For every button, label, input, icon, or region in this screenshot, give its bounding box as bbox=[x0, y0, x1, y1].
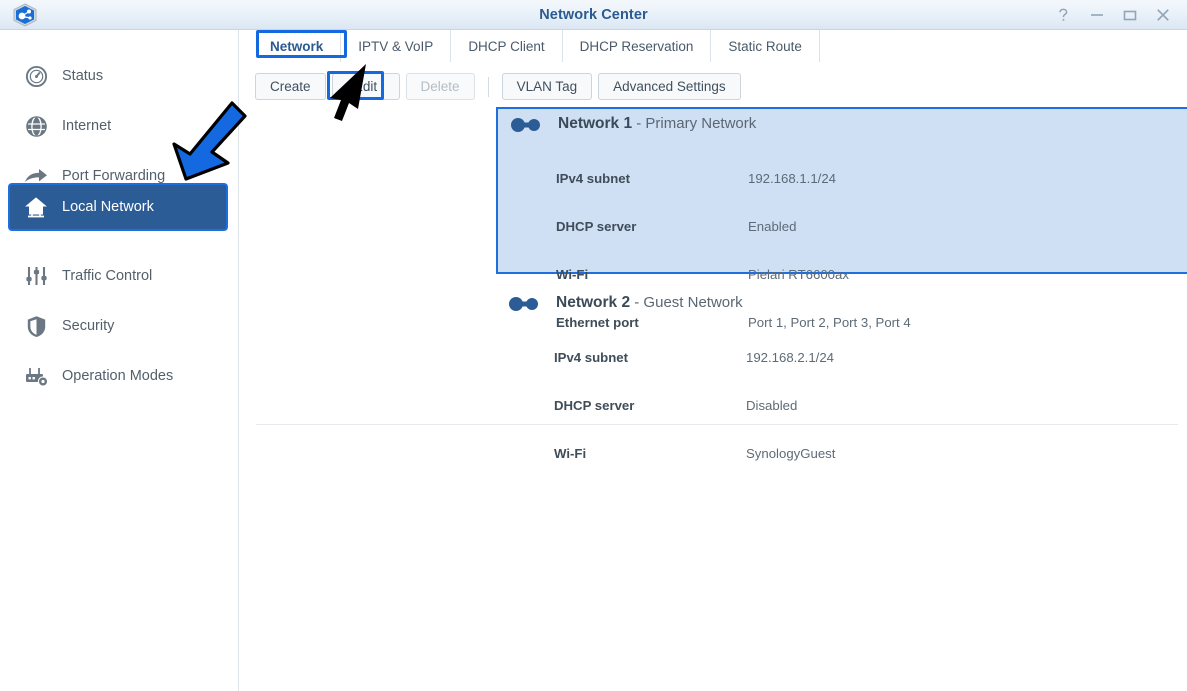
network-center-window: Network Center Status Internet Port Forw… bbox=[0, 0, 1187, 691]
network-card-header: Network 2 - Guest Network System default bbox=[496, 288, 1187, 334]
tab-network[interactable]: Network bbox=[253, 30, 342, 62]
sidebar-item-label: Operation Modes bbox=[62, 368, 174, 384]
window-title: Network Center bbox=[539, 7, 648, 23]
home-network-icon bbox=[23, 194, 49, 220]
sidebar-item-label: Status bbox=[62, 68, 104, 84]
sidebar-item-traffic-control[interactable]: Traffic Control bbox=[10, 254, 226, 298]
sidebar-item-label: Internet bbox=[62, 118, 112, 134]
detail-row: IPv4 subnet 192.168.1.1/24 bbox=[498, 171, 1187, 195]
content-area: Network IPTV & VoIP DHCP Client DHCP Res… bbox=[240, 30, 1187, 691]
detail-value: 192.168.2.1/24 bbox=[746, 350, 834, 365]
tab-label: Static Route bbox=[728, 38, 802, 54]
detail-key: Wi-Fi bbox=[556, 267, 589, 282]
sidebar-item-operation-modes[interactable]: Operation Modes bbox=[10, 354, 226, 398]
minimize-icon[interactable] bbox=[1080, 0, 1113, 30]
network-details: IPv4 subnet 192.168.2.1/24 DHCP server D… bbox=[496, 334, 1187, 461]
detail-value: Pielari RT6600ax bbox=[748, 267, 849, 282]
advanced-settings-button[interactable]: Advanced Settings bbox=[598, 73, 741, 100]
shield-icon bbox=[23, 313, 49, 339]
network-subtitle: - Primary Network bbox=[636, 115, 757, 132]
toolbar: Create Edit Delete VLAN Tag Advanced Set… bbox=[255, 73, 741, 100]
tab-label: DHCP Reservation bbox=[579, 38, 694, 54]
detail-key: IPv4 subnet bbox=[554, 350, 629, 365]
title-bar: Network Center bbox=[0, 0, 1187, 30]
tab-label: DHCP Client bbox=[468, 38, 545, 54]
network-card-1[interactable]: Network 1 - Primary Network System defau… bbox=[496, 107, 1187, 330]
detail-key: Wi-Fi bbox=[554, 446, 587, 461]
sidebar-item-label: Port Forwarding bbox=[62, 168, 166, 184]
sidebar-item-label: Traffic Control bbox=[62, 268, 153, 284]
detail-value: 192.168.1.1/24 bbox=[748, 171, 836, 186]
toolbar-separator bbox=[487, 76, 489, 97]
network-name: Network 1 bbox=[558, 115, 633, 132]
tab-dhcp-client[interactable]: DHCP Client bbox=[451, 30, 563, 62]
question-mark-icon[interactable] bbox=[1047, 0, 1080, 30]
sidebar: Status Internet Port Forwarding Local Ne… bbox=[0, 30, 239, 691]
gauge-icon bbox=[23, 63, 49, 89]
network-title: Network 1 - Primary Network bbox=[558, 115, 756, 133]
detail-row: Wi-Fi SynologyGuest bbox=[496, 446, 1187, 470]
sidebar-item-label: Local Network bbox=[62, 199, 154, 215]
network-details: IPv4 subnet 192.168.1.1/24 DHCP server E… bbox=[498, 155, 1187, 330]
tab-bar: Network IPTV & VoIP DHCP Client DHCP Res… bbox=[253, 30, 820, 62]
sliders-icon bbox=[23, 263, 49, 289]
tab-iptv-voip[interactable]: IPTV & VoIP bbox=[341, 30, 452, 62]
detail-key: DHCP server bbox=[554, 398, 635, 413]
tab-label: Network bbox=[270, 38, 324, 54]
toggle-on-icon[interactable] bbox=[510, 117, 542, 138]
router-gear-icon bbox=[23, 363, 49, 389]
tab-dhcp-reservation[interactable]: DHCP Reservation bbox=[563, 30, 712, 62]
close-icon[interactable] bbox=[1146, 0, 1179, 30]
detail-row: DHCP server Disabled bbox=[496, 398, 1187, 422]
delete-button: Delete bbox=[405, 73, 475, 100]
detail-value: Disabled bbox=[746, 398, 798, 413]
detail-row: IPv4 subnet 192.168.2.1/24 bbox=[496, 350, 1187, 374]
globe-icon bbox=[23, 113, 49, 139]
sidebar-item-local-network[interactable]: Local Network bbox=[10, 185, 226, 229]
detail-key: IPv4 subnet bbox=[556, 171, 631, 186]
sidebar-item-internet[interactable]: Internet bbox=[10, 104, 226, 148]
detail-key: DHCP server bbox=[556, 219, 637, 234]
network-title: Network 2 - Guest Network bbox=[556, 294, 743, 312]
section-divider bbox=[256, 424, 1178, 425]
network-card-header: Network 1 - Primary Network System defau… bbox=[498, 109, 1187, 155]
sidebar-item-label: Security bbox=[62, 318, 115, 334]
detail-value: Enabled bbox=[748, 219, 797, 234]
tab-label: IPTV & VoIP bbox=[358, 38, 434, 54]
window-controls bbox=[1047, 0, 1179, 30]
detail-row: DHCP server Enabled bbox=[498, 219, 1187, 243]
vlan-tag-button[interactable]: VLAN Tag bbox=[501, 73, 593, 100]
tab-static-route[interactable]: Static Route bbox=[711, 30, 820, 62]
maximize-icon[interactable] bbox=[1113, 0, 1146, 30]
network-name: Network 2 bbox=[556, 294, 631, 311]
edit-button[interactable]: Edit bbox=[331, 73, 400, 100]
create-button[interactable]: Create bbox=[255, 73, 326, 100]
sidebar-item-security[interactable]: Security bbox=[10, 304, 226, 348]
detail-value: SynologyGuest bbox=[746, 446, 836, 461]
sidebar-item-status[interactable]: Status bbox=[10, 54, 226, 98]
toggle-on-icon[interactable] bbox=[508, 296, 540, 317]
network-subtitle: - Guest Network bbox=[634, 294, 743, 311]
